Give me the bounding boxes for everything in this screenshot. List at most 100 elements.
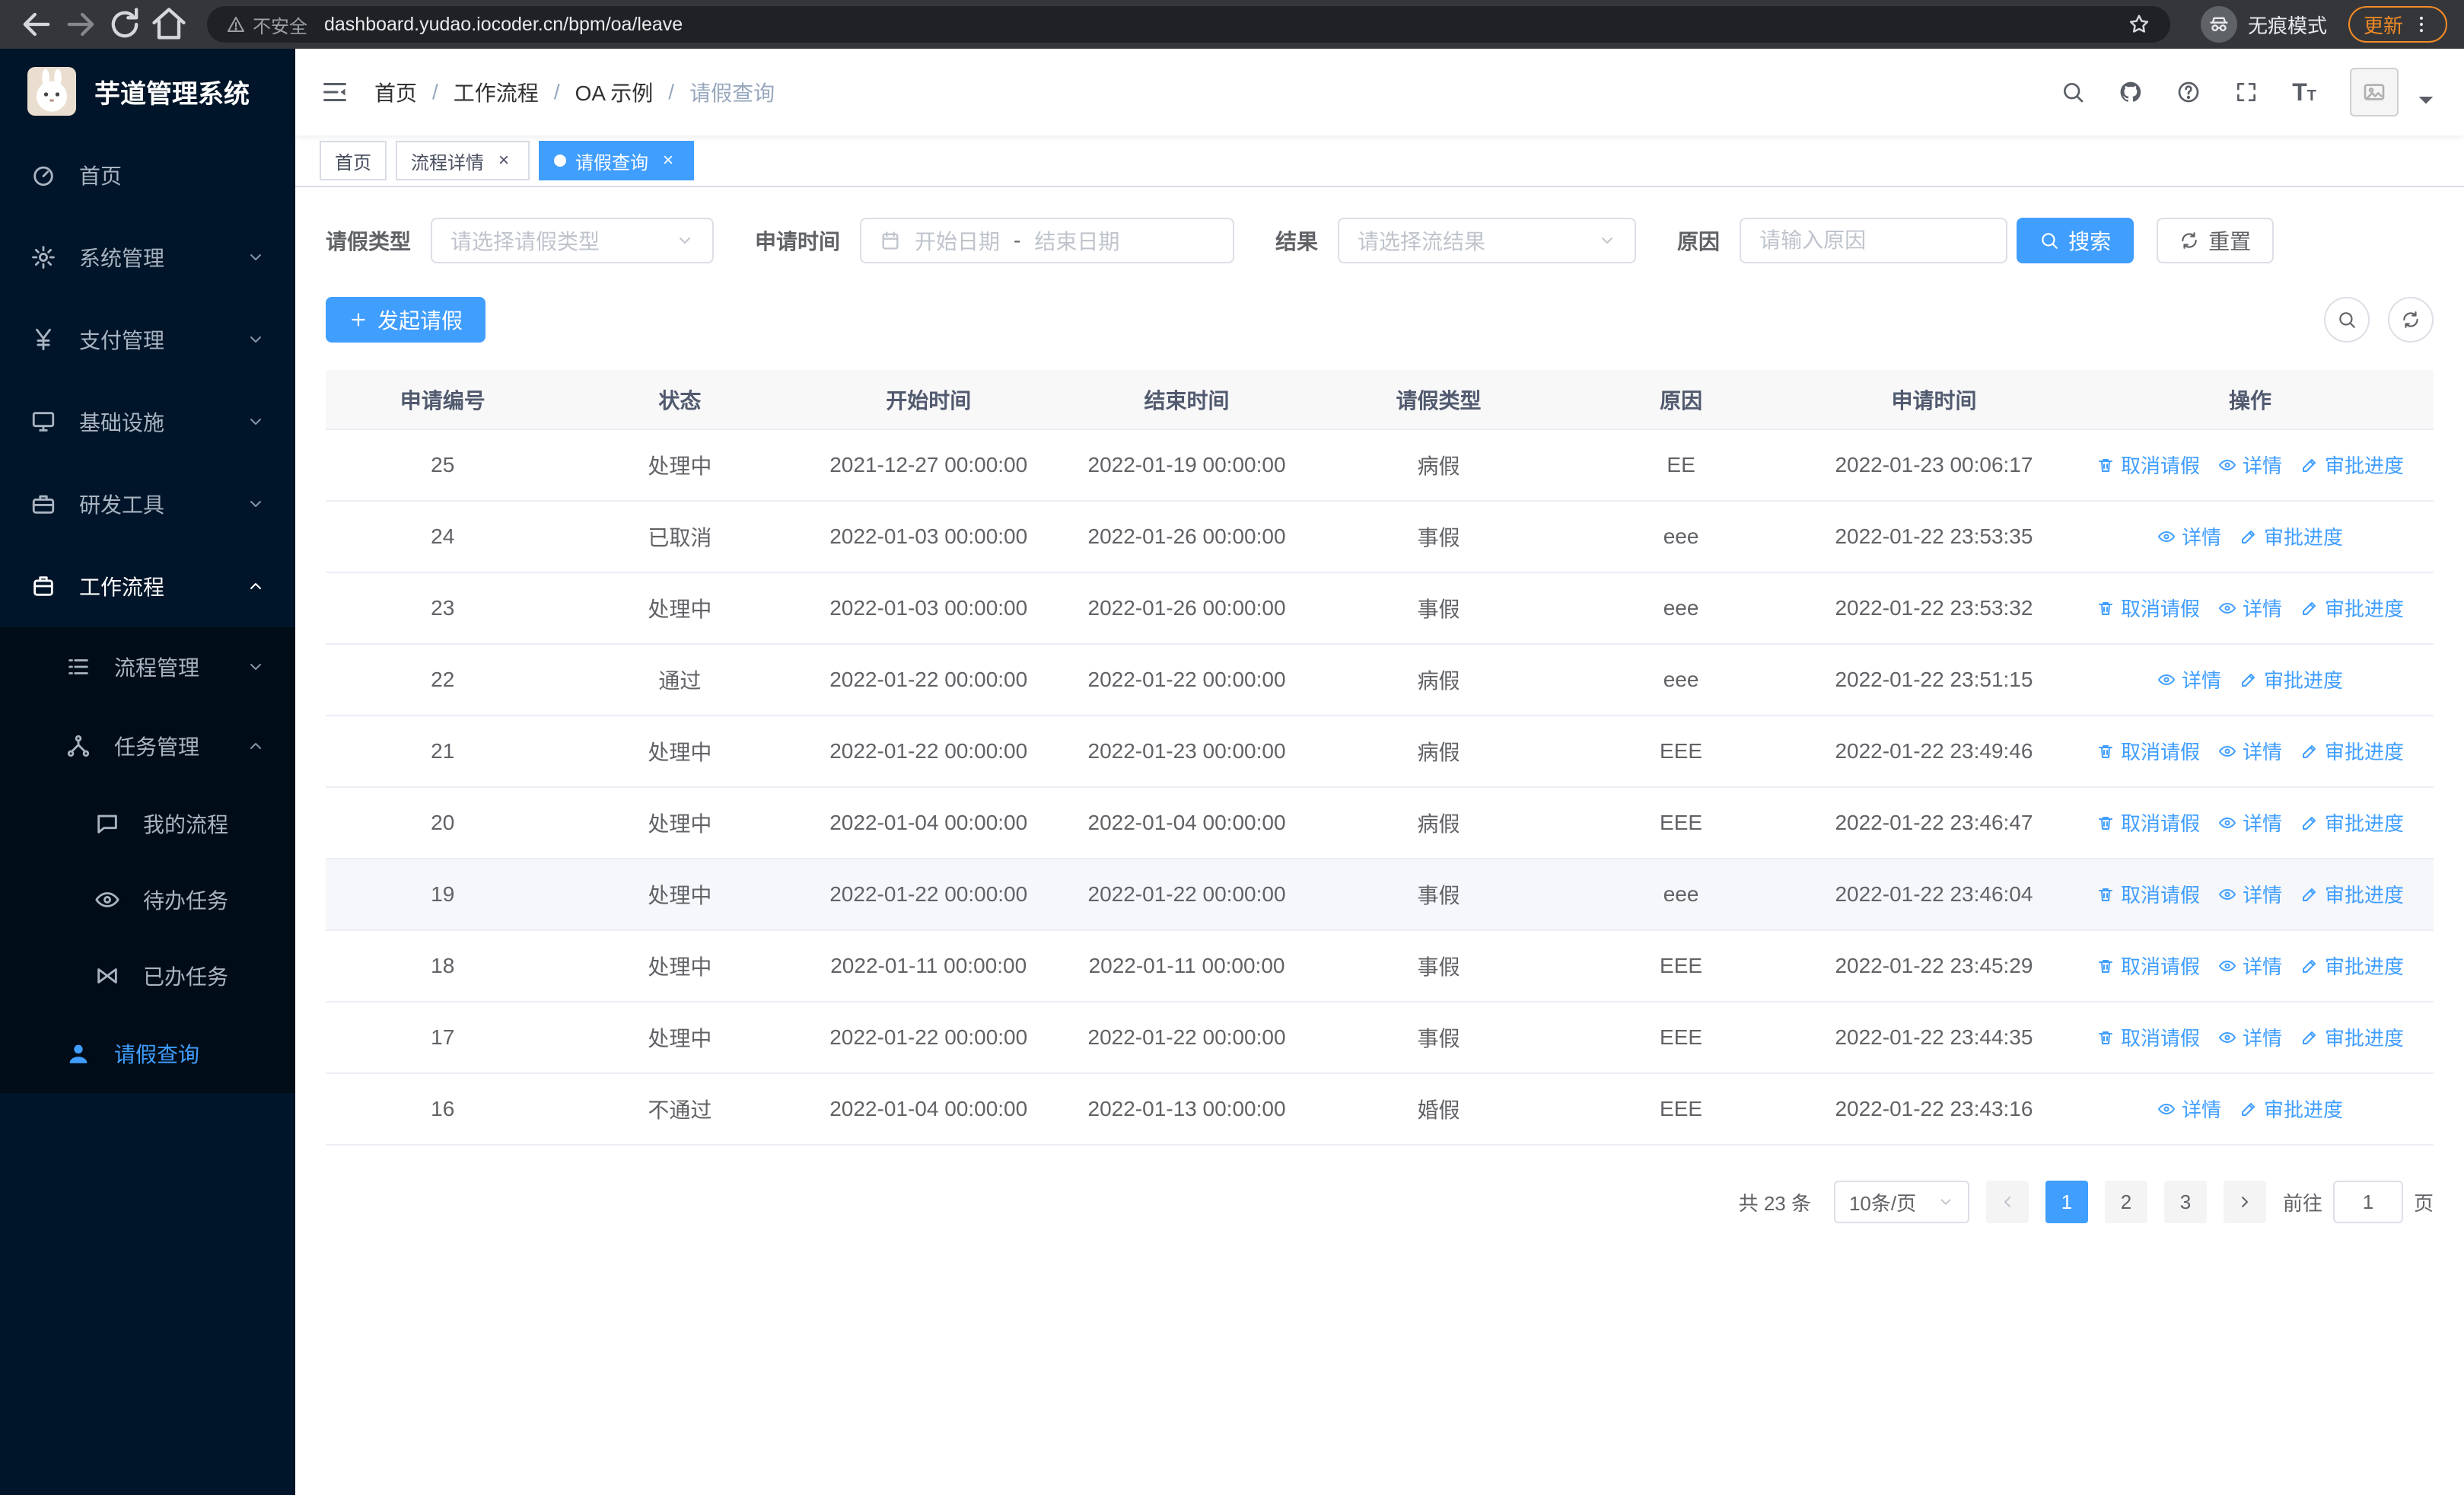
tags-view: 首页 流程详情 × 请假查询 × <box>295 135 2464 187</box>
filter-form: 请假类型 请选择请假类型 申请时间 开始日期 - 结束日期 结果 请选择流结果 … <box>326 218 2434 263</box>
sidebar-item-payment[interactable]: 支付管理 <box>0 298 295 381</box>
toggle-search-button[interactable] <box>2324 297 2370 343</box>
sidebar-item-system[interactable]: 系统管理 <box>0 216 295 298</box>
approval-progress-link[interactable]: 审批进度 <box>2300 1023 2404 1051</box>
tab-process-detail[interactable]: 流程详情 × <box>396 141 530 180</box>
cancel-leave-link[interactable]: 取消请假 <box>2096 880 2200 908</box>
browser-reload-icon[interactable] <box>105 5 145 44</box>
action-label: 取消请假 <box>2120 598 2200 621</box>
approval-progress-link[interactable]: 审批进度 <box>2300 737 2404 765</box>
next-page-button[interactable] <box>2223 1181 2266 1223</box>
sidebar-item-infrastructure[interactable]: 基础设施 <box>0 381 295 463</box>
font-size-icon[interactable]: TT <box>2292 78 2316 107</box>
cancel-leave-link[interactable]: 取消请假 <box>2096 808 2200 837</box>
browser-forward-icon[interactable] <box>61 5 100 44</box>
sidebar-item-process-management[interactable]: 流程管理 <box>0 627 295 706</box>
reason-input[interactable] <box>1759 228 1988 253</box>
close-icon[interactable]: × <box>657 150 679 171</box>
address-bar[interactable]: 不安全 dashboard.yudao.iocoder.cn/bpm/oa/le… <box>207 6 2170 43</box>
date-range-picker[interactable]: 开始日期 - 结束日期 <box>860 218 1235 263</box>
sidebar-item-home[interactable]: 首页 <box>0 134 295 216</box>
header-search-icon[interactable] <box>2061 80 2085 104</box>
sidebar-toggle-icon[interactable] <box>321 78 349 106</box>
refresh-icon <box>2401 310 2421 330</box>
kebab-menu-icon[interactable] <box>2411 14 2432 35</box>
breadcrumb-home[interactable]: 首页 <box>374 77 417 107</box>
cell-end-time: 2022-01-04 00:00:00 <box>1057 787 1316 859</box>
detail-link[interactable]: 详情 <box>2218 952 2282 980</box>
approval-progress-link[interactable]: 审批进度 <box>2300 808 2404 837</box>
browser-home-icon[interactable] <box>149 5 189 44</box>
page-content: 请假类型 请选择请假类型 申请时间 开始日期 - 结束日期 结果 请选择流结果 … <box>295 187 2464 1495</box>
cancel-leave-link[interactable]: 取消请假 <box>2096 594 2200 622</box>
reset-button[interactable]: 重置 <box>2157 218 2275 263</box>
tab-home[interactable]: 首页 <box>320 141 387 180</box>
approval-progress-link[interactable]: 审批进度 <box>2300 952 2404 980</box>
cell-status: 处理中 <box>559 1002 801 1074</box>
approval-progress-link[interactable]: 审批进度 <box>2240 1095 2343 1123</box>
table-header-row: 申请编号 状态 开始时间 结束时间 请假类型 原因 申请时间 操作 <box>326 370 2434 430</box>
result-select[interactable]: 请选择流结果 <box>1338 218 1637 263</box>
sidebar-item-workflow[interactable]: 工作流程 <box>0 545 295 627</box>
detail-link[interactable]: 详情 <box>2218 880 2282 908</box>
github-icon[interactable] <box>2119 80 2143 104</box>
app-logo[interactable]: 芋道管理系统 <box>0 49 295 134</box>
sidebar-item-my-process[interactable]: 我的流程 <box>0 786 295 862</box>
detail-link[interactable]: 详情 <box>2157 665 2221 693</box>
list-icon <box>65 654 91 680</box>
cell-reason: EEE <box>1561 930 1801 1003</box>
prev-page-button[interactable] <box>1985 1181 2029 1223</box>
breadcrumb-oa-example[interactable]: OA 示例 <box>575 77 654 107</box>
approval-progress-link[interactable]: 审批进度 <box>2300 594 2404 622</box>
browser-back-icon[interactable] <box>17 5 56 44</box>
detail-link[interactable]: 详情 <box>2218 808 2282 837</box>
sidebar-item-leave-query[interactable]: 请假查询 <box>0 1014 295 1093</box>
browser-update-menu[interactable]: 更新 <box>2348 6 2447 43</box>
goto-page-input[interactable] <box>2332 1181 2403 1223</box>
bookmark-star-icon[interactable] <box>2128 13 2150 36</box>
close-icon[interactable]: × <box>493 150 514 171</box>
cell-actions: 取消请假 详情 审批进度 <box>2066 859 2434 931</box>
page-button-1[interactable]: 1 <box>2045 1181 2088 1223</box>
detail-link[interactable]: 详情 <box>2218 1023 2282 1051</box>
start-date-placeholder: 开始日期 <box>915 230 1001 253</box>
cell-id: 18 <box>326 930 560 1003</box>
refresh-table-button[interactable] <box>2388 297 2434 343</box>
cancel-leave-link[interactable]: 取消请假 <box>2096 451 2200 479</box>
detail-link[interactable]: 详情 <box>2218 737 2282 765</box>
cell-leave-type: 事假 <box>1316 1002 1561 1074</box>
cancel-leave-link[interactable]: 取消请假 <box>2096 952 2200 980</box>
approval-progress-link[interactable]: 审批进度 <box>2300 880 2404 908</box>
page-size-select[interactable]: 10条/页 <box>1833 1181 1969 1223</box>
action-label: 取消请假 <box>2120 812 2200 836</box>
search-button[interactable]: 搜索 <box>2017 218 2135 263</box>
sidebar-item-done-tasks[interactable]: 已办任务 <box>0 938 295 1014</box>
cell-leave-type: 事假 <box>1316 859 1561 931</box>
action-label: 取消请假 <box>2120 454 2200 478</box>
create-leave-button[interactable]: 发起请假 <box>326 297 486 343</box>
cancel-leave-link[interactable]: 取消请假 <box>2096 1023 2200 1051</box>
page-button-3[interactable]: 3 <box>2163 1181 2207 1223</box>
breadcrumb-workflow[interactable]: 工作流程 <box>454 77 539 107</box>
sidebar-item-dev-tools[interactable]: 研发工具 <box>0 463 295 545</box>
caret-down-icon[interactable] <box>2414 88 2438 116</box>
leave-type-select[interactable]: 请选择请假类型 <box>431 218 715 263</box>
avatar[interactable] <box>2350 68 2399 116</box>
fullscreen-icon[interactable] <box>2234 80 2259 104</box>
detail-link[interactable]: 详情 <box>2157 1095 2221 1123</box>
approval-progress-link[interactable]: 审批进度 <box>2240 522 2343 550</box>
sidebar-item-todo-tasks[interactable]: 待办任务 <box>0 862 295 938</box>
tab-leave-query[interactable]: 请假查询 × <box>539 141 694 180</box>
sidebar-item-task-management[interactable]: 任务管理 <box>0 706 295 786</box>
breadcrumb-separator: / <box>553 80 560 104</box>
cancel-leave-link[interactable]: 取消请假 <box>2096 737 2200 765</box>
page-button-2[interactable]: 2 <box>2104 1181 2147 1223</box>
approval-progress-link[interactable]: 审批进度 <box>2300 451 2404 479</box>
approval-progress-link[interactable]: 审批进度 <box>2240 665 2343 693</box>
detail-link[interactable]: 详情 <box>2218 594 2282 622</box>
detail-link[interactable]: 详情 <box>2218 451 2282 479</box>
help-icon[interactable] <box>2176 80 2201 104</box>
cell-actions: 取消请假 详情 审批进度 <box>2066 787 2434 859</box>
detail-link[interactable]: 详情 <box>2157 522 2221 550</box>
security-chip[interactable]: 不安全 <box>227 11 307 38</box>
